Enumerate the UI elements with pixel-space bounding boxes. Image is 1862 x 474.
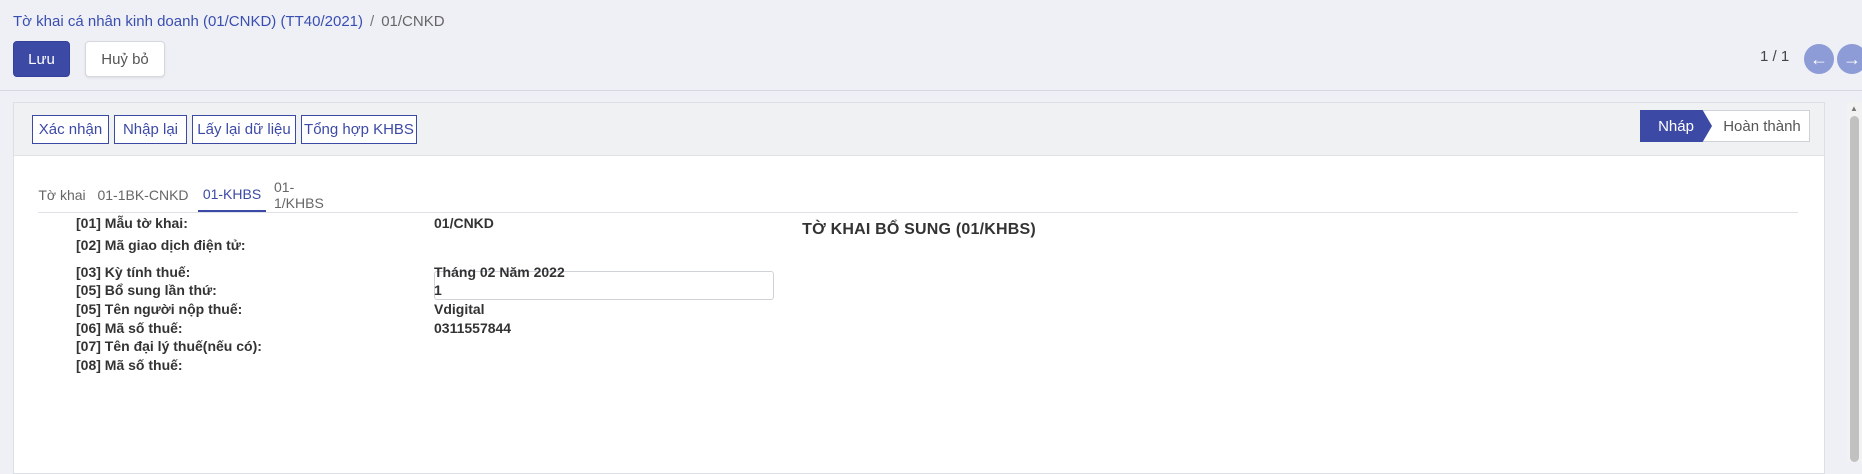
save-button[interactable]: Lưu xyxy=(13,41,70,77)
tab-01-khbs[interactable]: 01-KHBS xyxy=(198,178,266,212)
field-label-tax-agent-name: [07] Tên đại lý thuế(nếu có): xyxy=(76,338,262,354)
field-label-tax-period: [03] Kỳ tính thuế: xyxy=(76,264,191,280)
field-label-taxpayer-name: [05] Tên người nộp thuế: xyxy=(76,301,243,317)
status-bar: Nháp Hoàn thành xyxy=(1640,110,1810,142)
field-label-tax-code: [06] Mã số thuế: xyxy=(76,320,183,336)
field-value-form-type: 01/CNKD xyxy=(434,215,494,231)
form-title: TỜ KHAI BỔ SUNG (01/KHBS) xyxy=(802,221,1036,238)
tab-01-1-khbs[interactable]: 01-1/KHBS xyxy=(274,178,340,212)
discard-button[interactable]: Huỷ bỏ xyxy=(85,41,165,77)
arrow-right-icon[interactable]: → xyxy=(1837,44,1862,74)
field-label-agent-tax-code: [08] Mã số thuế: xyxy=(76,357,183,373)
breadcrumb-parent-link[interactable]: Tờ khai cá nhân kinh doanh (01/CNKD) (TT… xyxy=(13,13,363,30)
tab-01-1bk-cnkd[interactable]: 01-1BK-CNKD xyxy=(96,178,190,212)
field-value-tax-code: 0311557844 xyxy=(434,320,512,336)
status-done[interactable]: Hoàn thành xyxy=(1700,110,1810,142)
summary-khbs-button[interactable]: Tổng hợp KHBS xyxy=(301,115,417,144)
field-value-tax-period: Tháng 02 Năm 2022 xyxy=(434,264,565,280)
form-sheet: Xác nhận Nhập lại Lấy lại dữ liệu Tổng h… xyxy=(13,102,1825,474)
form-header: Xác nhận Nhập lại Lấy lại dữ liệu Tổng h… xyxy=(14,103,1824,156)
status-draft[interactable]: Nháp xyxy=(1640,110,1712,142)
vertical-scrollbar[interactable]: ▲ xyxy=(1847,102,1862,462)
field-label-supplement-number: [05] Bổ sung lần thứ: xyxy=(76,282,217,298)
confirm-button[interactable]: Xác nhận xyxy=(32,115,109,144)
reload-data-button[interactable]: Lấy lại dữ liệu xyxy=(192,115,296,144)
reenter-button[interactable]: Nhập lại xyxy=(114,115,187,144)
breadcrumb: Tờ khai cá nhân kinh doanh (01/CNKD) (TT… xyxy=(13,13,445,30)
tab-bar: Tờ khai 01-1BK-CNKD 01-KHBS 01-1/KHBS xyxy=(38,178,1798,213)
field-label-transaction-code: [02] Mã giao dịch điện tử: xyxy=(76,237,246,253)
breadcrumb-current: 01/CNKD xyxy=(381,13,445,30)
control-panel: Tờ khai cá nhân kinh doanh (01/CNKD) (TT… xyxy=(0,0,1862,91)
scroll-thumb[interactable] xyxy=(1850,116,1859,462)
field-value-supplement-number: 1 xyxy=(434,282,442,298)
scroll-up-icon[interactable]: ▲ xyxy=(1850,104,1858,113)
tab-to-khai[interactable]: Tờ khai xyxy=(38,178,86,212)
field-value-taxpayer-name: Vdigital xyxy=(434,301,485,317)
field-label-form-type: [01] Mẫu tờ khai: xyxy=(76,215,188,231)
arrow-left-icon[interactable]: ← xyxy=(1804,44,1834,74)
breadcrumb-separator: / xyxy=(370,13,375,30)
pager-value[interactable]: 1 / 1 xyxy=(1760,48,1789,65)
